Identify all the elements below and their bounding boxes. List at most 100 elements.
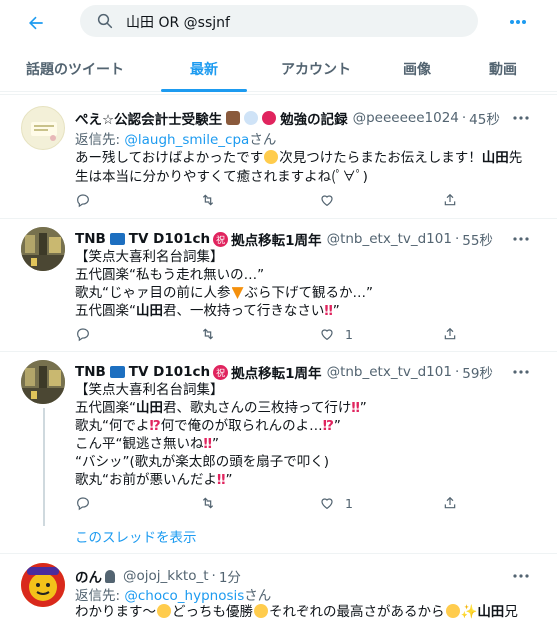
text-segment: ” [359, 400, 367, 416]
tweet-text-line: 【笑点大喜利名台詞集】 [75, 382, 224, 398]
timestamp[interactable]: 45秒 [469, 108, 500, 128]
text-segment: ” [332, 303, 340, 319]
share-icon[interactable] [442, 493, 458, 513]
thread-connector [43, 408, 45, 526]
text-segment: こん平“観逃さ無いね [75, 436, 204, 452]
handle[interactable]: @peeeeee1024 [353, 110, 459, 126]
crying-face-emoji [254, 604, 268, 618]
timestamp[interactable]: 59秒 [462, 362, 493, 382]
text-segment: ” [333, 418, 341, 434]
text-segment: 兄 [504, 604, 518, 620]
tweet-text-line: 五代圓楽“私もう走れ無いの…” [75, 267, 265, 283]
handle[interactable]: @tnb_etx_tv_d101 [327, 364, 452, 380]
tweet-text-line: “バシッ”(歌丸が楽太郎の頭を扇子で叩く) [75, 454, 330, 470]
tab-accounts[interactable]: アカウント [266, 46, 366, 92]
highlight-term: 山田 [136, 303, 163, 319]
tweet-text-line: 五代圓楽“山田君、一枚持って行きなさい‼” [75, 302, 340, 321]
display-name[interactable]: TNB [75, 231, 106, 247]
display-name-suffix[interactable]: 拠点移転1周年 [231, 362, 321, 382]
divider [0, 218, 557, 219]
double-exclamation-emoji: ‼ [203, 436, 212, 452]
display-name[interactable]: のん [75, 566, 102, 586]
text-segment: 何で俺のが取られんのよ… [160, 418, 323, 434]
tweet-more-icon[interactable] [511, 569, 531, 583]
avatar[interactable] [21, 227, 65, 271]
display-name-suffix[interactable]: 拠点移転1周年 [231, 229, 321, 249]
celebrate-badge-icon: 祝 [213, 364, 229, 380]
avatar[interactable] [21, 106, 65, 150]
share-icon[interactable] [442, 324, 458, 344]
tweet-text-line: 歌丸“何でよ⁉何で俺のが取られんのよ…⁉” [75, 417, 341, 436]
like-icon [319, 326, 335, 342]
tweet-text-line: あー残しておけばよかったです 次見つけたらまたお伝えします！山田先 [75, 149, 522, 168]
handle[interactable]: @ojoj_kkto_t [123, 568, 209, 584]
tweet-text-line: わかります〜 どっちも優勝 それぞれの最高さがあるから ✨山田兄 [75, 603, 518, 622]
reply-icon[interactable] [75, 324, 91, 344]
timestamp[interactable]: 55秒 [462, 229, 493, 249]
tweet-actions: 1 [75, 493, 515, 513]
text-segment: 五代圓楽“ [75, 303, 136, 319]
like-button[interactable]: 1 [319, 324, 353, 344]
display-name-suffix[interactable]: 勉強の記録 [280, 108, 348, 128]
double-exclamation-emoji: ‼ [324, 303, 333, 319]
avatar[interactable] [21, 360, 65, 404]
retweet-icon[interactable] [199, 493, 217, 513]
back-arrow-icon[interactable] [22, 9, 50, 37]
reply-suffix: さん [249, 132, 277, 148]
tab-top[interactable]: 話題のツイート [16, 46, 134, 92]
divider [0, 351, 557, 352]
handle[interactable]: @tnb_etx_tv_d101 [327, 231, 452, 247]
crying-face-emoji [445, 604, 460, 618]
tab-photos[interactable]: 画像 [387, 46, 447, 92]
like-button[interactable]: 1 [319, 493, 353, 513]
tears-of-joy-emoji [264, 150, 279, 164]
celebrate-badge-icon: 祝 [213, 231, 229, 247]
emoji-icons [225, 111, 277, 125]
tweet-more-icon[interactable] [511, 365, 531, 379]
display-name-mid[interactable]: TV D101ch [129, 231, 210, 247]
reply-icon[interactable] [75, 190, 91, 210]
display-name[interactable]: ぺえ☆公認会計士受験生 [75, 108, 222, 128]
tweet-actions: 1 [75, 324, 515, 344]
text-segment: 歌丸“じゃァ目の前に人参 [75, 285, 231, 301]
reply-context: 返信先: @laugh_smile_cpaさん [75, 128, 276, 148]
reply-mention[interactable]: @choco_hypnosis [124, 588, 244, 604]
reply-icon[interactable] [75, 493, 91, 513]
tab-latest[interactable]: 最新 [161, 46, 247, 92]
like-icon [319, 495, 335, 511]
text-segment: 次見つけたらまたお伝えします！ [279, 150, 482, 166]
share-icon[interactable] [442, 190, 458, 210]
text-segment: わかります〜 [75, 604, 156, 620]
microphone-emoji [105, 569, 115, 583]
separator-dot: · [454, 364, 460, 380]
tv-emoji [109, 366, 125, 378]
avatar[interactable] [21, 563, 65, 607]
separator-dot: · [454, 231, 460, 247]
retweet-icon[interactable] [199, 324, 217, 344]
retweet-icon[interactable] [199, 190, 217, 210]
tweet-more-icon[interactable] [511, 111, 531, 125]
like-icon[interactable] [319, 190, 335, 210]
text-segment: ” [225, 472, 233, 488]
reply-suffix: さん [244, 588, 272, 604]
highlight-term: 山田 [136, 400, 163, 416]
more-options-icon[interactable] [506, 12, 530, 32]
search-icon [96, 12, 114, 30]
tab-videos[interactable]: 動画 [471, 46, 535, 92]
active-tab-indicator [161, 89, 247, 92]
divider [0, 553, 557, 554]
text-segment: 歌丸“お前が悪いんだよ [75, 472, 217, 488]
timestamp[interactable]: 1分 [219, 566, 241, 586]
separator-dot: · [461, 110, 467, 126]
text-segment: あー残しておけばよかったです [75, 150, 264, 166]
search-tabs: 話題のツイート 最新 アカウント 画像 動画 [0, 46, 557, 92]
tweet-more-icon[interactable] [511, 232, 531, 246]
search-query[interactable]: 山田 OR @ssjnf [126, 12, 230, 32]
show-thread-link[interactable]: このスレッドを表示 [75, 526, 197, 546]
crying-face-emoji [157, 604, 171, 618]
separator-dot: · [211, 568, 216, 584]
search-box[interactable]: 山田 OR @ssjnf [80, 5, 478, 37]
reply-mention[interactable]: @laugh_smile_cpa [124, 132, 249, 148]
display-name-mid[interactable]: TV D101ch [129, 364, 210, 380]
display-name[interactable]: TNB [75, 364, 106, 380]
